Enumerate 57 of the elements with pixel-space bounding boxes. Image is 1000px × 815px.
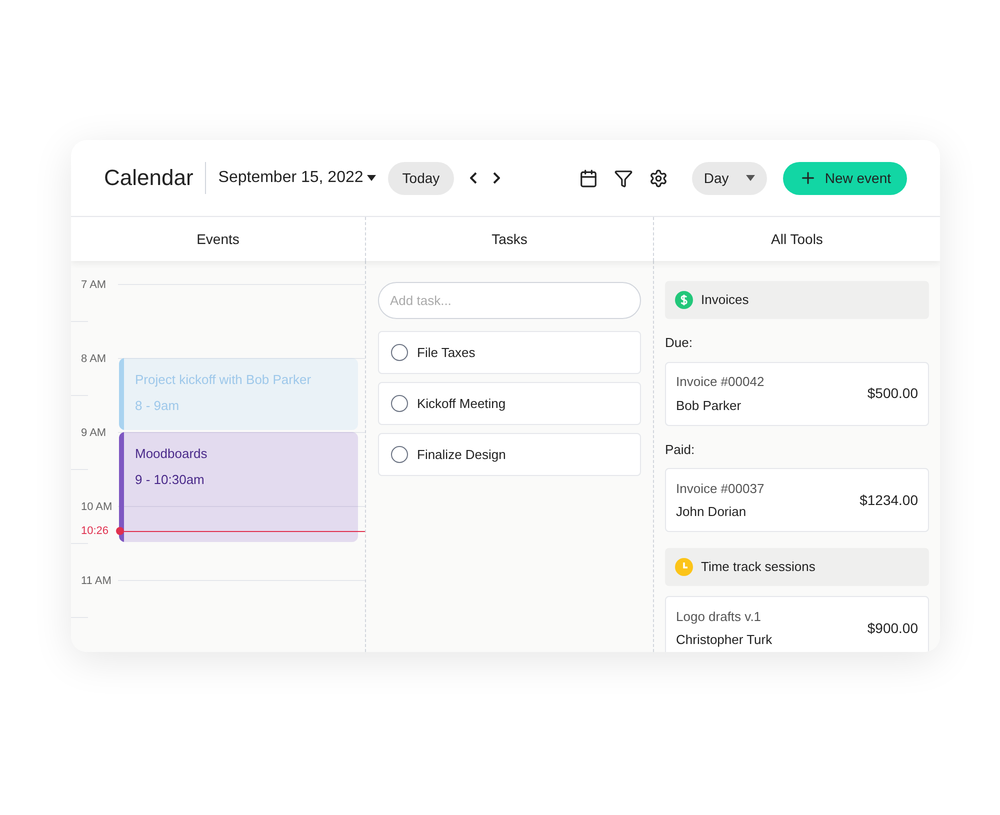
hour-label: 8 AM bbox=[81, 352, 106, 367]
task-item[interactable]: Kickoff Meeting bbox=[378, 382, 641, 425]
filter-icon bbox=[614, 168, 633, 188]
item-amount: $900.00 bbox=[867, 618, 918, 638]
caret-icon bbox=[367, 175, 376, 181]
task-checkbox[interactable] bbox=[391, 446, 408, 463]
tool-item-card[interactable]: Invoice #00037 John Dorian $1234.00 bbox=[665, 468, 929, 532]
previous-button[interactable] bbox=[470, 172, 477, 184]
item-name: Bob Parker bbox=[676, 396, 742, 414]
item-title: Invoice #00042 bbox=[676, 373, 764, 391]
next-button[interactable] bbox=[492, 172, 500, 184]
settings-icon bbox=[648, 168, 668, 188]
event-time: 8 - 9am bbox=[135, 396, 180, 414]
item-name: Christopher Turk bbox=[676, 631, 772, 649]
clock-icon bbox=[675, 558, 693, 576]
chevron-right-icon bbox=[492, 172, 500, 184]
dollar-icon bbox=[675, 291, 693, 309]
section-title: Invoices bbox=[701, 291, 749, 310]
group-label: Paid: bbox=[665, 440, 696, 458]
section-title: Time track sessions bbox=[701, 558, 816, 576]
app-title: Calendar bbox=[104, 162, 206, 194]
task-item[interactable]: File Taxes bbox=[378, 331, 641, 374]
today-button[interactable]: Today bbox=[388, 162, 454, 194]
settings-button[interactable] bbox=[648, 168, 668, 188]
column-header: All Tools bbox=[770, 230, 824, 248]
current-time-label: 10:26 bbox=[81, 524, 109, 539]
event-title: Moodboards bbox=[135, 445, 208, 463]
item-amount: $1234.00 bbox=[860, 490, 918, 510]
item-name: John Dorian bbox=[676, 503, 748, 521]
hour-label: 7 AM bbox=[81, 278, 106, 293]
new-event-button[interactable]: New event bbox=[782, 162, 907, 194]
add-task-field[interactable]: Add task... bbox=[378, 282, 641, 319]
task-label: Finalize Design bbox=[417, 446, 506, 464]
event-time: 9 - 10:30am bbox=[135, 470, 206, 488]
hour-label: 9 AM bbox=[81, 426, 106, 441]
hour-label: 11 AM bbox=[81, 574, 112, 589]
group-label: Due: bbox=[665, 334, 694, 352]
date-dropdown[interactable]: September 15, 2022 bbox=[218, 166, 376, 190]
tool-item-card[interactable]: Logo drafts v.1 Christopher Turk $900.00 bbox=[665, 596, 929, 652]
hour-label: 10 AM bbox=[81, 500, 112, 515]
item-amount: $500.00 bbox=[867, 384, 918, 403]
caret-icon bbox=[746, 175, 755, 181]
item-title: Invoice #00037 bbox=[676, 480, 764, 498]
chevron-left-icon bbox=[470, 172, 477, 184]
calendar-button[interactable] bbox=[578, 168, 598, 188]
view-dropdown[interactable]: Day bbox=[692, 162, 767, 194]
task-item[interactable]: Finalize Design bbox=[378, 433, 641, 476]
event-card[interactable]: Moodboards 9 - 10:30am bbox=[119, 432, 358, 542]
task-checkbox[interactable] bbox=[391, 344, 408, 361]
item-title: Logo drafts v.1 bbox=[676, 608, 762, 626]
tool-item-card[interactable]: Invoice #00042 Bob Parker $500.00 bbox=[665, 362, 929, 426]
calendar-icon bbox=[578, 168, 598, 188]
event-title: Project kickoff with Bob Parker bbox=[135, 371, 312, 389]
task-label: Kickoff Meeting bbox=[417, 394, 506, 413]
task-label: File Taxes bbox=[417, 344, 476, 362]
filter-button[interactable] bbox=[614, 168, 633, 188]
task-checkbox[interactable] bbox=[391, 395, 408, 412]
